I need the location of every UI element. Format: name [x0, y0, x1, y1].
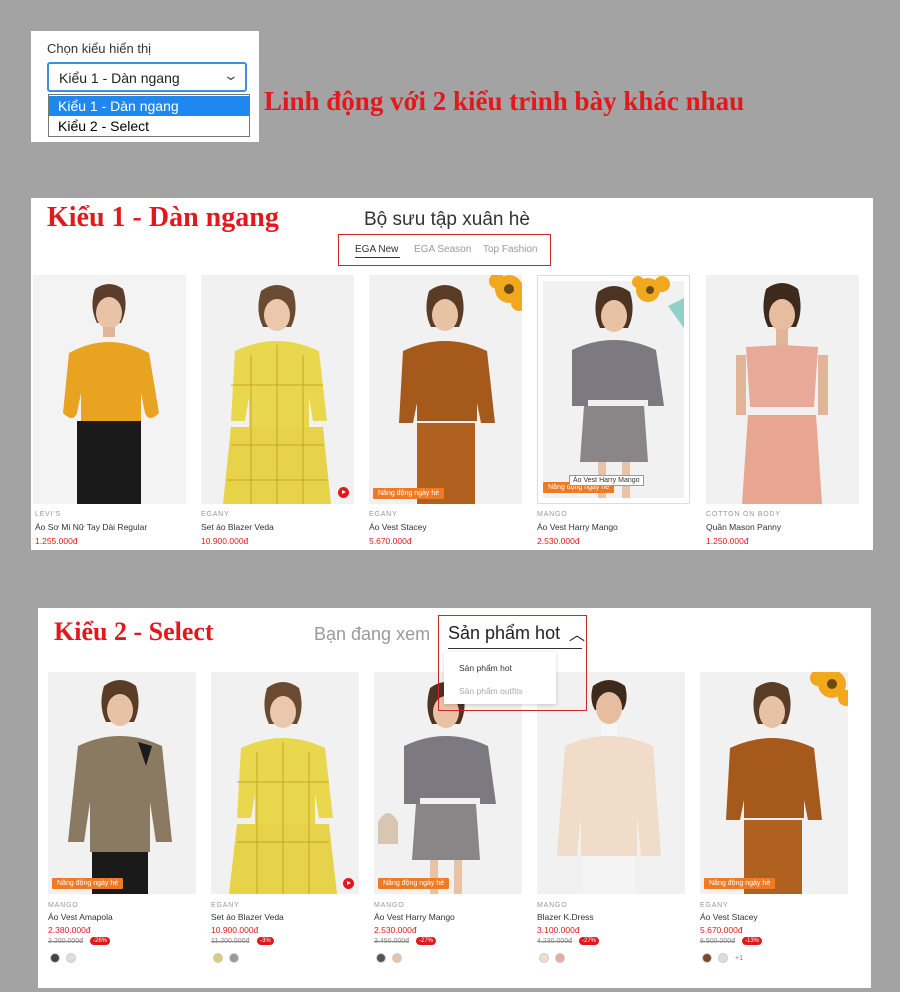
discount-badge: -3% — [257, 937, 274, 945]
product-price: 5.670.000đ — [369, 536, 412, 546]
select-option-style-2[interactable]: Kiểu 2 - Select — [49, 116, 249, 136]
product-card[interactable]: EGANY Set áo Blazer Veda 10.900.000đ — [201, 275, 354, 550]
product-brand: EGANY — [369, 511, 398, 518]
main-heading: Linh động với 2 kiểu trình bày khác nhau — [264, 86, 745, 116]
product-price: 1.250.000đ — [706, 536, 749, 546]
color-swatch[interactable] — [555, 953, 565, 963]
product-card[interactable]: Nâng động ngày hè Áo Vest Harry Mango MA… — [537, 275, 690, 550]
discount-badge: -27% — [579, 937, 600, 945]
color-swatch[interactable] — [718, 953, 728, 963]
collection-title: Bộ sưu tập xuân hè — [364, 209, 530, 230]
color-swatch[interactable] — [229, 953, 239, 963]
product-name[interactable]: Áo Vest Stacey — [369, 522, 427, 532]
promo-badge: Nâng động ngày hè — [373, 488, 445, 499]
product-name[interactable]: Blazer K.Dress — [537, 912, 594, 922]
old-price: 3.450.000đ — [374, 938, 410, 945]
chevron-down-icon: ⌄ — [222, 67, 240, 83]
product-image[interactable] — [211, 672, 359, 894]
product-price: 10.900.000đ — [201, 536, 249, 546]
product-brand: COTTON ON BODY — [706, 511, 781, 518]
more-colors-count[interactable]: +1 — [735, 955, 743, 962]
product-brand: MANGO — [537, 902, 568, 909]
color-swatch[interactable] — [213, 953, 223, 963]
old-price: 6.500.000đ — [700, 938, 736, 945]
product-image[interactable] — [48, 672, 196, 894]
product-name[interactable]: Áo Vest Harry Mango — [537, 522, 618, 532]
promo-badge: Nâng động ngày hè — [704, 878, 776, 889]
collection-tabs: EGA New EGA Season Top Fashion — [338, 234, 551, 266]
display-style-panel: Chọn kiểu hiển thị Kiểu 1 - Dàn ngang ⌄ … — [31, 31, 259, 142]
product-brand: EGANY — [211, 902, 240, 909]
product-card[interactable]: Nâng động ngày hè MANGO Áo Vest Harry Ma… — [374, 672, 522, 972]
product-card[interactable]: Nâng động ngày hè EGANY Áo Vest Stacey 5… — [700, 672, 848, 972]
select-value: Kiểu 1 - Dàn ngang — [59, 70, 180, 86]
product-name[interactable]: Áo Vest Harry Mango — [374, 912, 455, 922]
product-card[interactable]: Nâng động ngày hè MANGO Áo Vest Amapola … — [48, 672, 196, 972]
product-brand: MANGO — [537, 511, 568, 518]
select-option-style-1[interactable]: Kiểu 1 - Dàn ngang — [49, 96, 249, 116]
product-brand: MANGO — [374, 902, 405, 909]
color-swatch[interactable] — [702, 953, 712, 963]
product-card[interactable]: COTTON ON BODY Quần Mason Panny 1.250.00… — [706, 275, 859, 550]
tab-ega-season[interactable]: EGA Season — [414, 244, 471, 255]
discount-badge: -26% — [90, 937, 111, 945]
product-price: 10.900.000đ — [211, 925, 259, 935]
active-tab-underline — [355, 257, 400, 258]
product-card[interactable]: MANGO Blazer K.Dress 3.100.000đ 4.230.00… — [537, 672, 685, 972]
product-price: 1.255.000đ — [35, 536, 78, 546]
color-swatch[interactable] — [392, 953, 402, 963]
style-2-label: Kiểu 2 - Select — [54, 617, 214, 646]
product-price: 2.530.000đ — [374, 925, 417, 935]
color-swatch[interactable] — [376, 953, 386, 963]
product-tooltip: Áo Vest Harry Mango — [569, 475, 644, 486]
product-price: 2.530.000đ — [537, 536, 580, 546]
discount-badge: -27% — [416, 937, 437, 945]
product-brand: MANGO — [48, 902, 79, 909]
promo-badge: Nâng động ngày hè — [52, 878, 124, 889]
product-image[interactable] — [33, 275, 186, 504]
tab-top-fashion[interactable]: Top Fashion — [483, 244, 537, 255]
product-brand: LEVI'S — [35, 511, 61, 518]
product-brand: EGANY — [201, 511, 230, 518]
play-video-icon[interactable] — [343, 878, 354, 889]
select-label: Chọn kiểu hiển thị — [47, 41, 152, 56]
style-2-panel: Kiểu 2 - Select Bạn đang xem Sản phẩm ho… — [38, 608, 871, 988]
style-1-panel: Kiểu 1 - Dàn ngang Bộ sưu tập xuân hè EG… — [31, 198, 873, 550]
product-brand: EGANY — [700, 902, 729, 909]
product-image[interactable] — [369, 275, 522, 504]
product-name[interactable]: Áo Sơ Mi Nữ Tay Dài Regular — [35, 522, 147, 532]
product-image[interactable] — [201, 275, 354, 504]
select-options-list: Kiểu 1 - Dàn ngang Kiểu 2 - Select — [48, 94, 250, 137]
product-price: 2.380.000đ — [48, 925, 91, 935]
product-name[interactable]: Set áo Blazer Veda — [211, 912, 284, 922]
old-price: 3.200.000đ — [48, 938, 84, 945]
color-swatch[interactable] — [539, 953, 549, 963]
style-1-label: Kiểu 1 - Dàn ngang — [47, 202, 279, 233]
product-card[interactable]: LEVI'S Áo Sơ Mi Nữ Tay Dài Regular 1.255… — [33, 275, 186, 550]
product-image[interactable] — [700, 672, 848, 894]
display-style-select[interactable]: Kiểu 1 - Dàn ngang ⌄ — [47, 62, 247, 92]
product-name[interactable]: Áo Vest Amapola — [48, 912, 113, 922]
highlight-box — [438, 615, 587, 711]
product-card[interactable]: Nâng động ngày hè EGANY Áo Vest Stacey 5… — [369, 275, 522, 550]
promo-badge: Nâng động ngày hè — [378, 878, 450, 889]
viewing-label: Bạn đang xem — [314, 624, 431, 644]
product-name[interactable]: Áo Vest Stacey — [700, 912, 758, 922]
product-name[interactable]: Set áo Blazer Veda — [201, 522, 274, 532]
color-swatch[interactable] — [66, 953, 76, 963]
old-price: 11.200.000đ — [211, 938, 250, 945]
tab-ega-new[interactable]: EGA New — [355, 244, 398, 255]
product-image[interactable] — [706, 275, 859, 504]
play-video-icon[interactable] — [338, 487, 349, 498]
product-price: 3.100.000đ — [537, 925, 580, 935]
discount-badge: -13% — [742, 937, 763, 945]
product-image[interactable] — [537, 275, 690, 504]
product-card[interactable]: EGANY Set áo Blazer Veda 10.900.000đ 11.… — [211, 672, 359, 972]
old-price: 4.230.000đ — [537, 938, 573, 945]
product-price: 5.670.000đ — [700, 925, 743, 935]
product-name[interactable]: Quần Mason Panny — [706, 522, 781, 532]
color-swatch[interactable] — [50, 953, 60, 963]
